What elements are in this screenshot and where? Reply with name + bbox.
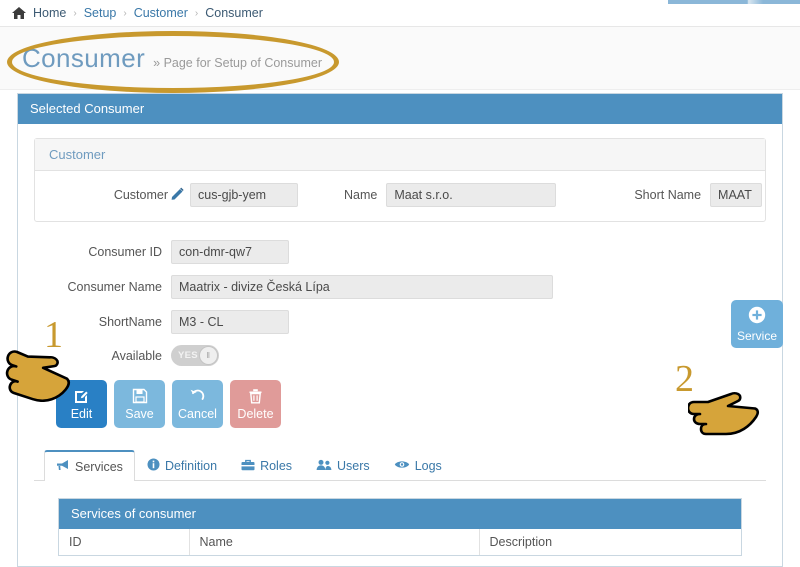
save-icon xyxy=(132,388,148,405)
available-toggle-knob: ‖ xyxy=(199,346,218,365)
consumer-name-row: Consumer Name Maatrix - divize Česká Líp… xyxy=(56,275,766,299)
panel-body: Customer Customer cus-gjb-yem Name Maat … xyxy=(18,124,782,566)
consumer-available-row: Available YES ‖ xyxy=(56,345,766,366)
consumer-fields: Consumer ID con-dmr-qw7 Consumer Name Ma… xyxy=(34,240,766,366)
breadcrumb-separator: › xyxy=(123,7,127,19)
tab-users-label: Users xyxy=(337,459,370,473)
customer-id-label: Customer xyxy=(113,188,168,202)
edit-icon xyxy=(73,388,90,405)
breadcrumb-separator: › xyxy=(194,7,199,19)
available-toggle[interactable]: YES ‖ xyxy=(171,345,219,366)
tab-definition[interactable]: Definition xyxy=(135,450,229,481)
service-button[interactable]: Service xyxy=(731,300,783,348)
pencil-icon[interactable] xyxy=(171,187,184,203)
megaphone-icon xyxy=(56,459,70,474)
customer-name-label: Name xyxy=(344,188,378,202)
selected-consumer-panel: Selected Consumer Customer Customer cus-… xyxy=(17,93,783,567)
tab-users[interactable]: Users xyxy=(304,450,382,481)
consumer-shortname-label: ShortName xyxy=(98,315,162,329)
tab-definition-label: Definition xyxy=(164,459,218,473)
customer-short-name-value[interactable]: MAAT xyxy=(710,183,763,207)
cancel-icon xyxy=(189,388,206,405)
eye-icon xyxy=(394,459,410,473)
tab-logs[interactable]: Logs xyxy=(382,450,454,481)
top-decoration-strip xyxy=(668,0,800,4)
available-toggle-state: YES xyxy=(178,350,198,361)
page-subtitle: » Page for Setup of Consumer xyxy=(153,55,322,70)
plus-circle-icon xyxy=(748,306,766,327)
tab-bar: Services Definition Roles Users Logs xyxy=(34,450,766,481)
briefcase-icon xyxy=(241,459,255,474)
customer-section-header: Customer xyxy=(35,139,765,171)
delete-button[interactable]: Delete xyxy=(230,380,281,428)
users-icon xyxy=(316,459,332,474)
customer-id-value[interactable]: cus-gjb-yem xyxy=(190,183,298,207)
tab-roles-label: Roles xyxy=(260,459,293,473)
customer-short-name-label: Short Name xyxy=(634,188,702,202)
customer-section: Customer Customer cus-gjb-yem Name Maat … xyxy=(34,138,766,222)
trash-icon xyxy=(248,388,263,405)
column-header-id[interactable]: ID xyxy=(59,529,190,555)
customer-section-body: Customer cus-gjb-yem Name Maat s.r.o. Sh… xyxy=(35,171,765,221)
panel-header: Selected Consumer xyxy=(18,94,782,124)
services-table: ID Name Description xyxy=(59,529,741,555)
breadcrumb-item-home[interactable]: Home xyxy=(33,6,66,20)
tab-services-label: Services xyxy=(75,459,123,474)
cancel-button-label: Cancel xyxy=(178,406,217,421)
customer-name-value[interactable]: Maat s.r.o. xyxy=(386,183,557,207)
breadcrumb: Home › Setup › Customer › Consumer xyxy=(0,0,800,27)
consumer-shortname-row: ShortName M3 - CL xyxy=(56,310,766,334)
consumer-shortname-value[interactable]: M3 - CL xyxy=(171,310,289,334)
consumer-name-value[interactable]: Maatrix - divize Česká Lípa xyxy=(171,275,553,299)
consumer-name-label: Consumer Name xyxy=(67,280,162,294)
page-header: Consumer » Page for Setup of Consumer xyxy=(0,27,800,90)
breadcrumb-item-setup[interactable]: Setup xyxy=(84,6,117,20)
tab-roles[interactable]: Roles xyxy=(229,450,304,481)
breadcrumb-item-customer[interactable]: Customer xyxy=(134,6,188,20)
service-button-label: Service xyxy=(737,328,778,343)
home-icon[interactable] xyxy=(11,6,27,20)
services-panel-header: Services of consumer xyxy=(59,499,741,529)
column-header-description[interactable]: Description xyxy=(479,529,741,555)
tab-services[interactable]: Services xyxy=(44,450,135,481)
consumer-id-value[interactable]: con-dmr-qw7 xyxy=(171,240,289,264)
breadcrumb-separator: › xyxy=(73,7,77,19)
edit-button-label: Edit xyxy=(70,406,93,421)
info-icon xyxy=(147,458,160,474)
breadcrumb-item-consumer: Consumer xyxy=(205,6,263,20)
services-table-header-row: ID Name Description xyxy=(59,529,741,555)
save-button[interactable]: Save xyxy=(114,380,165,428)
consumer-id-row: Consumer ID con-dmr-qw7 xyxy=(56,240,766,264)
column-header-name[interactable]: Name xyxy=(189,529,480,555)
tab-logs-label: Logs xyxy=(414,459,442,473)
delete-button-label: Delete xyxy=(237,406,274,421)
consumer-id-label: Consumer ID xyxy=(88,245,162,259)
save-button-label: Save xyxy=(125,406,154,421)
cancel-button[interactable]: Cancel xyxy=(172,380,223,428)
services-of-consumer-panel: Services of consumer ID Name Description xyxy=(58,498,742,556)
action-button-row: Edit Save Cancel Delete xyxy=(34,380,766,428)
page-title: Consumer xyxy=(22,42,146,73)
edit-button[interactable]: Edit xyxy=(56,380,107,428)
available-label: Available xyxy=(111,348,162,363)
